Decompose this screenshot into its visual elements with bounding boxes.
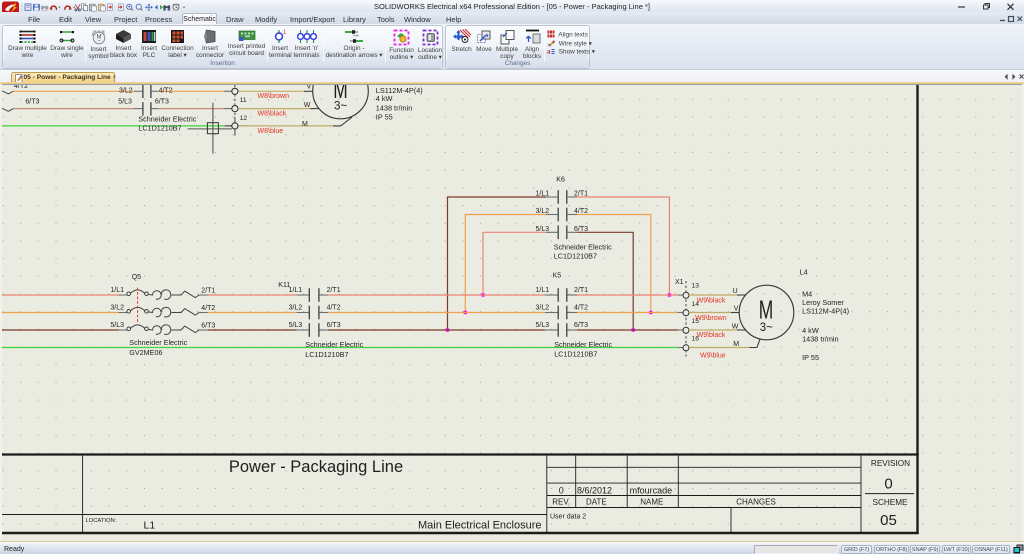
svg-text:K6: K6	[556, 176, 565, 183]
svg-text:X1: X1	[675, 279, 684, 286]
svg-text:LC1D1210B7: LC1D1210B7	[305, 350, 348, 359]
svg-text:IP 55: IP 55	[802, 353, 819, 362]
svg-text:Power - Packaging Line: Power - Packaging Line	[229, 458, 403, 476]
svg-text:Schneider Electric: Schneider Electric	[554, 340, 612, 349]
svg-text:W: W	[304, 102, 311, 109]
svg-text:W9\black: W9\black	[697, 298, 726, 305]
svg-text:M: M	[759, 294, 774, 324]
svg-text:W9\blue: W9\blue	[700, 352, 726, 359]
svg-text:5/L3: 5/L3	[536, 322, 550, 329]
svg-text:1438 tr/min: 1438 tr/min	[802, 335, 839, 344]
svg-text:DATE: DATE	[586, 498, 607, 507]
svg-text:6/T3: 6/T3	[574, 226, 588, 233]
svg-text:3/L2: 3/L2	[536, 305, 550, 312]
svg-text:W8\black: W8\black	[258, 111, 287, 118]
svg-text:4/T2: 4/T2	[574, 208, 588, 215]
svg-text:LC1D1210B7: LC1D1210B7	[554, 350, 597, 359]
svg-text:3/L2: 3/L2	[119, 87, 133, 94]
svg-text:1/L1: 1/L1	[289, 287, 303, 294]
svg-text:IP 55: IP 55	[376, 112, 393, 121]
svg-text:Schneider Electric: Schneider Electric	[305, 340, 363, 349]
svg-text:W8\brown: W8\brown	[258, 93, 290, 100]
svg-text:3~: 3~	[334, 101, 347, 113]
svg-text:K5: K5	[553, 272, 562, 279]
svg-text:2/T1: 2/T1	[574, 287, 588, 294]
svg-text:~: ~	[97, 39, 100, 45]
svg-text:5/L3: 5/L3	[536, 226, 550, 233]
svg-text:LC1D1210B7: LC1D1210B7	[138, 123, 181, 132]
svg-text:CHANGES: CHANGES	[736, 498, 776, 507]
svg-text:3/L2: 3/L2	[289, 305, 303, 312]
svg-text:W: W	[732, 324, 739, 331]
svg-text:W9\black: W9\black	[697, 332, 726, 339]
svg-text:U: U	[733, 288, 738, 295]
svg-text:6/T3: 6/T3	[155, 99, 169, 106]
svg-text:11: 11	[240, 97, 247, 104]
svg-text:3~: 3~	[760, 322, 773, 334]
svg-text:12: 12	[240, 115, 248, 122]
svg-text:4/T2: 4/T2	[159, 87, 173, 94]
svg-text:SCHEME: SCHEME	[872, 498, 908, 507]
svg-text:LC1D1210B7: LC1D1210B7	[554, 252, 597, 261]
svg-text:Schneider Electric: Schneider Electric	[554, 243, 612, 252]
svg-text:4 kW: 4 kW	[376, 94, 393, 103]
svg-text:05: 05	[880, 512, 897, 529]
svg-text:5/L3: 5/L3	[110, 322, 124, 329]
svg-text:6/T3: 6/T3	[574, 322, 588, 329]
svg-text:1/L1: 1/L1	[536, 287, 550, 294]
svg-text:6/T3: 6/T3	[201, 322, 215, 329]
svg-text:L1: L1	[144, 520, 156, 532]
svg-text:3/L2: 3/L2	[536, 208, 550, 215]
svg-text:1: 1	[283, 30, 287, 36]
svg-text:6/T3: 6/T3	[25, 99, 39, 106]
svg-text:L4: L4	[800, 267, 808, 276]
svg-text:V: V	[307, 85, 312, 91]
svg-text:4/T2: 4/T2	[201, 305, 215, 312]
svg-text:8/6/2012: 8/6/2012	[577, 485, 612, 495]
svg-text:REV.: REV.	[552, 498, 570, 507]
svg-text:4/T2: 4/T2	[327, 305, 341, 312]
svg-text:Schneider Electric: Schneider Electric	[138, 114, 196, 123]
svg-text:2/T1: 2/T1	[574, 191, 588, 198]
svg-text:User data 2: User data 2	[550, 513, 586, 520]
svg-text:NAME: NAME	[640, 498, 663, 507]
svg-text:4/T2: 4/T2	[14, 85, 28, 90]
svg-text:a: a	[547, 48, 551, 56]
svg-text:2/T1: 2/T1	[327, 287, 341, 294]
svg-text:3/L2: 3/L2	[110, 305, 124, 312]
svg-text:LOCATION:: LOCATION:	[86, 518, 117, 524]
svg-text:mfourcade: mfourcade	[630, 485, 673, 495]
svg-text:5/L3: 5/L3	[289, 322, 303, 329]
svg-text:M: M	[733, 341, 739, 348]
svg-text:V: V	[734, 305, 739, 312]
svg-text:W8\blue: W8\blue	[258, 128, 284, 135]
svg-text:6/T3: 6/T3	[327, 322, 341, 329]
svg-text:1/L1: 1/L1	[536, 191, 550, 198]
svg-text:5/L3: 5/L3	[118, 99, 132, 106]
svg-text:Main Electrical Enclosure: Main Electrical Enclosure	[418, 520, 542, 532]
svg-text:4/T2: 4/T2	[574, 305, 588, 312]
svg-text:13: 13	[692, 283, 700, 290]
svg-text:W9\brown: W9\brown	[695, 315, 727, 322]
svg-text:REVISION: REVISION	[871, 459, 910, 468]
svg-text:Q5: Q5	[132, 274, 141, 281]
svg-text:GV2ME06: GV2ME06	[129, 348, 162, 357]
svg-text:1438 tr/min: 1438 tr/min	[376, 103, 413, 112]
svg-text:0: 0	[559, 485, 564, 495]
svg-text:2/T1: 2/T1	[201, 287, 215, 294]
svg-text:Schneider Electric: Schneider Electric	[129, 338, 187, 347]
svg-text:1/L1: 1/L1	[110, 287, 124, 294]
svg-text:M: M	[302, 121, 308, 128]
svg-text:LS112M-4P(4): LS112M-4P(4)	[802, 307, 849, 316]
svg-text:0: 0	[884, 476, 892, 493]
